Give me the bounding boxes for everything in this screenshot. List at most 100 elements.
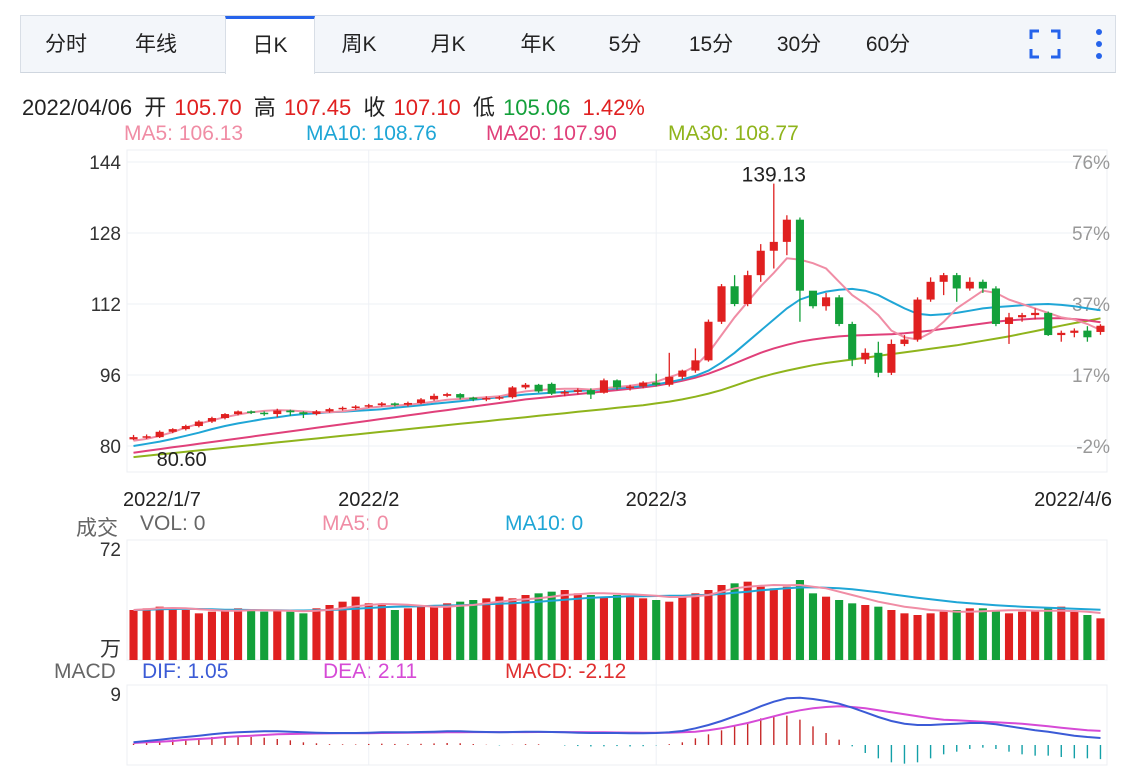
candle-body xyxy=(991,288,1000,324)
candle-body xyxy=(286,410,295,413)
volume-bar xyxy=(312,608,321,660)
candle-body xyxy=(521,384,530,388)
pct-tick-label: 17% xyxy=(1072,366,1110,387)
candle-body xyxy=(1031,312,1040,316)
volume-bar xyxy=(469,600,478,660)
x-tick-label: 2022/4/6 xyxy=(1034,489,1112,511)
candle-body xyxy=(508,387,517,398)
pct-tick-label: 57% xyxy=(1072,224,1110,245)
candle-body xyxy=(338,407,347,410)
candle-body xyxy=(469,397,478,400)
volume-bar xyxy=(377,605,386,660)
candle-body xyxy=(782,219,791,242)
volume-bar xyxy=(1031,610,1040,660)
candle-body xyxy=(586,390,595,395)
x-tick-label: 2022/1/7 xyxy=(123,489,201,511)
candle-body xyxy=(978,281,987,289)
volume-bar xyxy=(730,583,739,660)
volume-bar xyxy=(835,600,844,660)
candle-body xyxy=(900,339,909,344)
volume-bar xyxy=(207,611,216,660)
volume-bar xyxy=(874,606,883,660)
candle-body xyxy=(142,436,151,438)
candle-body xyxy=(560,391,569,394)
candle-body xyxy=(168,429,177,432)
volume-bar xyxy=(521,595,530,660)
min-price-label: 80.60 xyxy=(157,449,207,471)
volume-bar xyxy=(652,600,661,660)
volume-bar xyxy=(991,610,1000,660)
candle-body xyxy=(299,412,308,415)
volume-bar xyxy=(743,581,752,660)
volume-bar xyxy=(456,601,465,660)
volume-bar xyxy=(220,610,230,660)
volume-bar xyxy=(900,613,909,660)
volume-bar xyxy=(808,593,818,660)
candle-body xyxy=(325,409,334,412)
candle-body xyxy=(443,394,452,396)
candle-body xyxy=(939,275,948,282)
candle-body xyxy=(351,406,360,409)
candle-body xyxy=(547,383,556,394)
candle-body xyxy=(808,290,818,307)
candle-body xyxy=(913,299,922,340)
candle-body xyxy=(639,382,648,387)
volume-bar xyxy=(273,610,282,660)
volume-bar xyxy=(1018,611,1027,660)
volume-bar xyxy=(403,608,412,660)
volume-bar xyxy=(325,605,334,660)
x-tick-label: 2022/3 xyxy=(626,489,687,511)
volume-bar xyxy=(1057,606,1066,660)
candle-body xyxy=(965,281,974,289)
volume-bar xyxy=(430,605,439,660)
volume-bar xyxy=(155,606,164,660)
candle-body xyxy=(691,360,700,371)
candle-body xyxy=(861,352,870,360)
volume-bar xyxy=(390,610,399,660)
candle-body xyxy=(717,286,726,322)
volume-bar xyxy=(848,603,857,660)
volume-bar xyxy=(260,611,269,660)
candle-body xyxy=(665,376,674,385)
volume-bar xyxy=(717,585,726,660)
x-tick-label: 2022/2 xyxy=(338,489,399,511)
volume-bar xyxy=(939,611,948,660)
main-panel-frame xyxy=(126,149,1108,473)
candle-body xyxy=(926,281,935,300)
candle-body xyxy=(678,370,687,377)
volume-bar xyxy=(495,596,504,660)
volume-bar xyxy=(678,596,687,660)
volume-bar xyxy=(1004,613,1014,660)
volume-bar xyxy=(247,610,256,660)
candle-body xyxy=(822,297,831,307)
volume-bar xyxy=(508,598,517,660)
volume-bar xyxy=(756,586,765,660)
candle-body xyxy=(234,411,243,415)
candle-body xyxy=(495,397,504,399)
volume-bar xyxy=(769,588,778,660)
candle-body xyxy=(534,384,543,392)
volume-bar xyxy=(782,586,791,660)
y-tick-label: 128 xyxy=(89,224,121,245)
volume-bar xyxy=(1070,611,1079,660)
volume-bar xyxy=(1083,615,1092,660)
candle-body xyxy=(364,405,373,407)
candle-body xyxy=(220,414,230,419)
candle-body xyxy=(652,382,661,385)
volume-bar xyxy=(1044,608,1053,660)
candle-body xyxy=(129,437,138,440)
kline-chart[interactable]: 144 128 112 96 80 76% 57% 37% 17% -2% 2022/1/7 2022… xyxy=(0,0,1136,768)
candle-body xyxy=(743,275,752,304)
candle-body xyxy=(874,352,883,373)
candle-body xyxy=(247,411,256,413)
candle-body xyxy=(181,426,190,430)
volume-bar xyxy=(926,613,935,660)
volume-bar xyxy=(887,610,896,660)
candle-body xyxy=(730,286,739,304)
volume-bar xyxy=(965,608,974,660)
volume-bar xyxy=(142,608,151,660)
candle-body xyxy=(416,399,426,403)
candle-body xyxy=(573,390,582,392)
pct-tick-label: 37% xyxy=(1072,295,1110,316)
volume-bar xyxy=(482,598,491,660)
